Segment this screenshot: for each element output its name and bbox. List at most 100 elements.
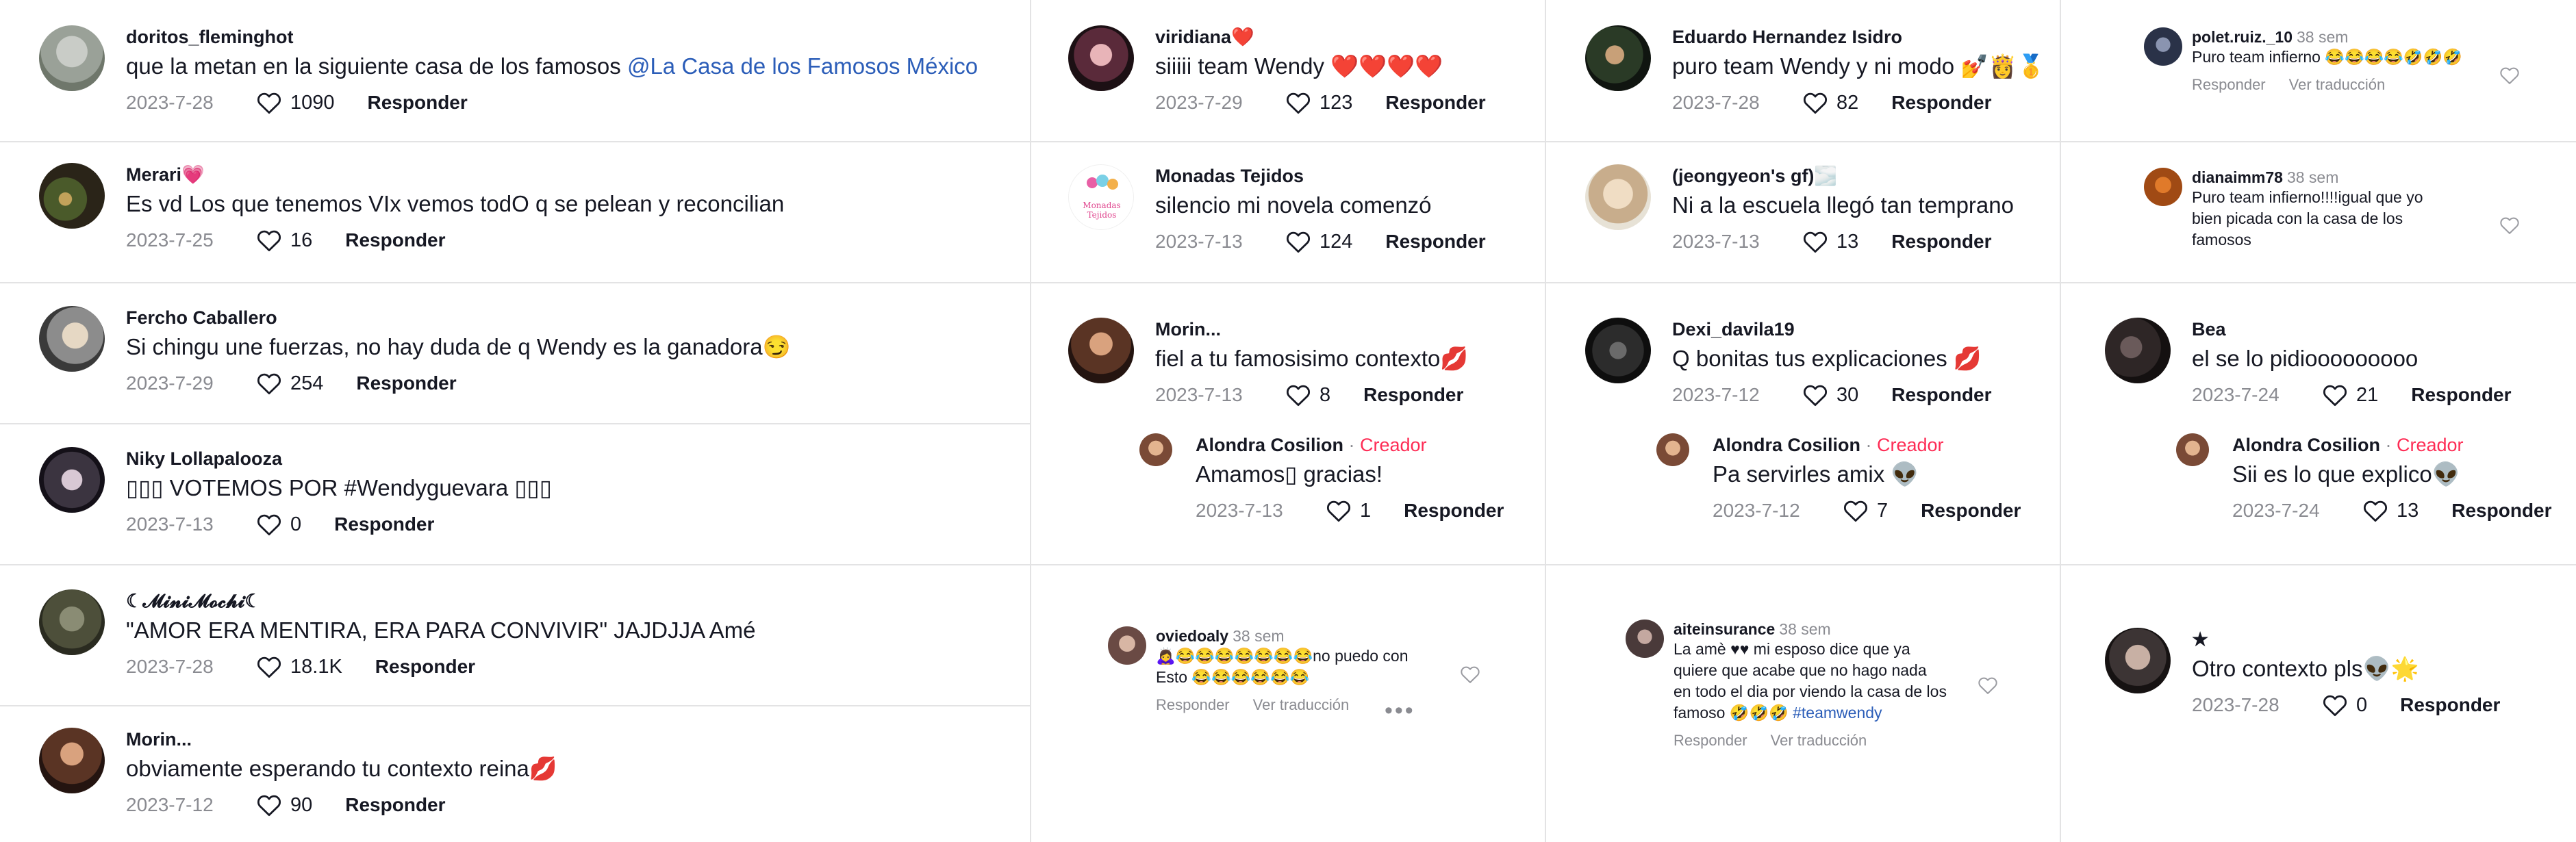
reply-button[interactable]: Responder (345, 229, 445, 251)
like-button[interactable]: 254 (256, 372, 323, 395)
avatar[interactable] (2144, 27, 2182, 66)
heart-outline-icon[interactable] (1460, 665, 1480, 684)
reply-button[interactable]: Responder (1404, 500, 1504, 522)
comment-username[interactable]: Morin... (126, 728, 557, 751)
reply-username[interactable]: Alondra Cosilion · Creador (2232, 433, 2552, 457)
comment-username[interactable]: Eduardo Hernandez Isidro (1672, 25, 2045, 49)
heart-outline-icon[interactable] (1978, 676, 1998, 695)
heart-outline-icon (256, 229, 282, 252)
avatar[interactable] (1068, 25, 1134, 91)
comment-username[interactable]: Bea (2192, 318, 2512, 341)
like-button[interactable]: 1 (1326, 499, 1371, 522)
avatar[interactable] (1585, 25, 1651, 91)
reply-button[interactable]: Responder (375, 656, 475, 678)
avatar[interactable] (2105, 318, 2171, 383)
reply-button[interactable]: Responder (1921, 500, 2021, 522)
comment-date: 2023-7-13 (1672, 231, 1760, 252)
comment-username[interactable]: Fercho Caballero (126, 306, 791, 329)
translate-link[interactable]: Ver traducción (1771, 732, 1867, 749)
reply-button[interactable]: Responder (1385, 92, 1485, 114)
comment-username[interactable]: dianaimm78 (2192, 168, 2283, 186)
like-button[interactable]: 13 (2362, 499, 2419, 522)
comment-username[interactable]: polet.ruiz._10 (2192, 28, 2293, 46)
comment-username[interactable]: viridiana❤️ (1155, 25, 1486, 49)
ellipsis-icon[interactable]: ••• (1385, 698, 1415, 724)
reply-button[interactable]: Responder (2192, 76, 2266, 93)
like-button[interactable]: 0 (2322, 693, 2367, 717)
comment-username[interactable]: ☾𝓜𝓲𝓷𝓲𝓜𝓸𝓬𝓱𝓲☾ (126, 589, 756, 613)
mention-link[interactable]: @La Casa de los Famosos México (627, 53, 978, 79)
like-button[interactable]: 8 (1285, 383, 1330, 407)
avatar[interactable] (39, 25, 105, 91)
like-button[interactable]: 123 (1285, 91, 1352, 114)
like-button[interactable]: 124 (1285, 230, 1352, 253)
comment-text: La amè ♥♥ mi esposo dice que ya quiere q… (1674, 640, 1947, 722)
like-button[interactable]: 90 (256, 793, 312, 817)
like-button[interactable]: 1090 (256, 91, 335, 114)
comment-date: 2023-7-28 (126, 656, 214, 677)
reply-button[interactable]: Responder (2411, 384, 2511, 406)
like-button[interactable]: 21 (2322, 383, 2378, 407)
comment-username[interactable]: Dexi_davila19 (1672, 318, 1992, 341)
reply-button[interactable]: Responder (1156, 696, 1230, 713)
reply-button[interactable]: Responder (1891, 231, 1991, 253)
like-count: 254 (290, 372, 324, 394)
avatar[interactable] (39, 728, 105, 793)
comment-username[interactable]: aiteinsurance (1674, 620, 1775, 638)
reply-username[interactable]: Alondra Cosilion · Creador (1713, 433, 2021, 457)
avatar[interactable]: Monadas Tejidos (1068, 164, 1134, 230)
reply-button[interactable]: Responder (2451, 500, 2551, 522)
avatar[interactable] (1585, 164, 1651, 230)
like-button[interactable]: 30 (1802, 383, 1858, 407)
heart-outline-icon[interactable] (2499, 66, 2520, 85)
like-button[interactable]: 82 (1802, 91, 1858, 114)
avatar[interactable] (1626, 620, 1664, 658)
translate-link[interactable]: Ver traducción (1253, 696, 1350, 713)
reply-button[interactable]: Responder (1674, 732, 1747, 749)
creator-badge: Creador (1877, 435, 1944, 455)
reply-button[interactable]: Responder (1385, 231, 1485, 253)
comment-username[interactable]: Niky Lollapalooza (126, 447, 552, 470)
heart-outline-icon[interactable] (2499, 216, 2520, 235)
reply-button[interactable]: Responder (1891, 92, 1991, 114)
like-button[interactable]: 16 (256, 229, 312, 252)
avatar[interactable] (2144, 168, 2182, 206)
comment-username[interactable]: oviedoaly (1156, 627, 1228, 645)
like-button[interactable]: 7 (1843, 499, 1888, 522)
reply-username[interactable]: Alondra Cosilion · Creador (1196, 433, 1504, 457)
reply-button[interactable]: Responder (2400, 694, 2500, 716)
avatar[interactable] (39, 163, 105, 229)
avatar[interactable] (39, 589, 105, 655)
avatar[interactable] (39, 306, 105, 372)
comment-text: Puro team infierno!!!!igual que yo bien … (2192, 188, 2423, 248)
like-button[interactable]: 13 (1802, 230, 1858, 253)
reply-button[interactable]: Responder (356, 372, 456, 394)
like-count: 18.1K (290, 655, 342, 678)
avatar[interactable] (2105, 628, 2171, 693)
avatar[interactable] (1139, 433, 1172, 466)
comment-date: 2023-7-24 (2192, 384, 2280, 405)
like-button[interactable]: 18.1K (256, 655, 342, 678)
reply-button[interactable]: Responder (334, 513, 434, 535)
comment-date: 2023-7-12 (126, 794, 214, 815)
translate-link[interactable]: Ver traducción (2289, 76, 2386, 93)
heart-outline-icon (2362, 499, 2388, 522)
avatar[interactable] (1656, 433, 1689, 466)
comment-username[interactable]: doritos_fleminghot (126, 25, 978, 49)
comment-username[interactable]: Monadas Tejidos (1155, 164, 1486, 188)
reply-button[interactable]: Responder (1891, 384, 1991, 406)
reply-button[interactable]: Responder (345, 794, 445, 816)
avatar[interactable] (1108, 626, 1146, 665)
avatar[interactable] (1585, 318, 1651, 383)
avatar[interactable] (39, 447, 105, 513)
avatar[interactable] (2176, 433, 2209, 466)
hashtag-link[interactable]: #teamwendy (1793, 704, 1882, 722)
reply-button[interactable]: Responder (1363, 384, 1463, 406)
comment-username[interactable]: Morin... (1155, 318, 1468, 341)
avatar[interactable] (1068, 318, 1134, 383)
comment-username[interactable]: Merari💗 (126, 163, 784, 186)
comment-username[interactable]: ★ (2192, 628, 2500, 651)
reply-button[interactable]: Responder (368, 92, 468, 114)
comment-username[interactable]: (jeongyeon's gf)🌫️ (1672, 164, 2014, 188)
like-button[interactable]: 0 (256, 513, 301, 536)
